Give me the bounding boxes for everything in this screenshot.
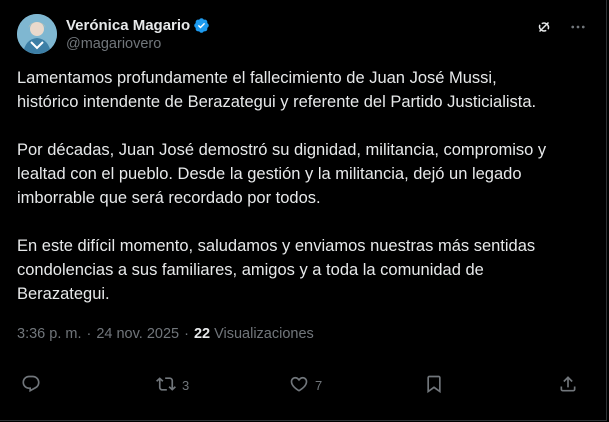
tweet-meta: 3:36 p. m. · 24 nov. 2025 · 22 Visualiza… [17, 326, 314, 342]
retweet-button[interactable]: 3 [156, 373, 189, 397]
meta-separator: · [184, 326, 189, 342]
verified-badge-icon [193, 17, 210, 34]
bookmark-icon [424, 374, 444, 397]
tweet-paragraph: Lamentamos profundamente el fallecimient… [17, 69, 537, 111]
grok-icon[interactable] [533, 16, 555, 38]
display-name[interactable]: Verónica Magario [66, 17, 190, 34]
tweet-text: Lamentamos profundamente el fallecimient… [17, 66, 592, 330]
handle[interactable]: @magariovero [66, 36, 210, 52]
header-actions [533, 16, 589, 38]
tweet-paragraph: En este difícil momento, saludamos y env… [17, 237, 536, 303]
bookmark-button[interactable] [424, 373, 444, 397]
like-count: 7 [315, 377, 323, 393]
tweet-paragraph: Por décadas, Juan José demostró su digni… [17, 141, 547, 207]
reply-button[interactable] [21, 373, 47, 397]
views-count[interactable]: 22 [194, 326, 210, 342]
tweet-date[interactable]: 24 nov. 2025 [96, 326, 179, 342]
reply-icon [21, 374, 41, 397]
meta-separator: · [86, 326, 92, 342]
views-label: Visualizaciones [214, 326, 314, 342]
avatar[interactable] [17, 14, 57, 54]
tweet: Verónica Magario @magariovero Lamentamos… [0, 0, 607, 421]
retweet-count: 3 [182, 377, 190, 393]
more-icon[interactable] [567, 16, 589, 38]
tweet-time[interactable]: 3:36 p. m. [17, 326, 81, 342]
like-icon [289, 374, 309, 397]
author-names: Verónica Magario @magariovero [66, 15, 210, 52]
action-bar: 3 7 [17, 373, 589, 397]
share-button[interactable] [558, 373, 578, 397]
share-icon [558, 374, 578, 397]
tweet-header: Verónica Magario @magariovero [17, 14, 589, 56]
like-button[interactable]: 7 [289, 373, 322, 397]
retweet-icon [156, 374, 176, 397]
